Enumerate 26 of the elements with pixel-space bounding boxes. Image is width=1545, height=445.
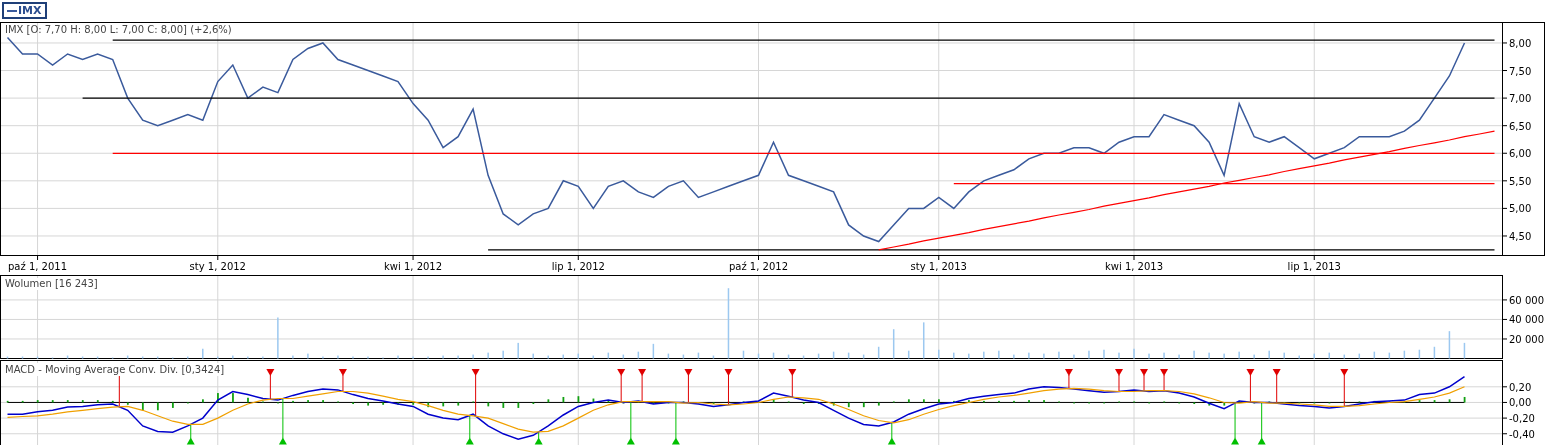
axis-label: 5,50 (1509, 175, 1532, 187)
axis-label: 7,50 (1509, 65, 1532, 77)
axis-label: paź 1, 2011 (8, 261, 68, 272)
axis-label: 5,00 (1509, 203, 1532, 215)
chart-title: MACD - Moving Average Conv. Div. [0,3424] (5, 364, 225, 375)
axis-label: -0,40 (1509, 428, 1535, 440)
axis-label: 40 000 (1509, 314, 1544, 326)
axis-label: lip 1, 2012 (551, 261, 605, 272)
axis-label: lip 1, 2013 (1287, 261, 1341, 272)
axis-label: kwi 1, 2012 (384, 261, 443, 272)
axis-label: paź 1, 2012 (728, 261, 789, 272)
axis-label: sty 1, 2012 (189, 261, 246, 272)
axis-label: 6,50 (1509, 120, 1532, 132)
axis-label: 60 000 (1509, 294, 1544, 306)
axis-label: 8,00 (1509, 37, 1532, 49)
axis-label: 7,00 (1509, 93, 1532, 105)
chart-title: IMX [O: 7,70 H: 8,00 L: 7,00 C: 8,00] (+2,6%) (5, 24, 232, 35)
axis-label: 4,50 (1509, 230, 1532, 242)
axis-label: -0,20 (1509, 413, 1535, 425)
axis-label: 6,00 (1509, 148, 1532, 160)
axis-label: 20 000 (1509, 333, 1544, 345)
chart-title: Wolumen [16 243] (5, 278, 98, 289)
axis-label: kwi 1, 2013 (1104, 261, 1164, 272)
axis-label: 0,20 (1509, 381, 1532, 393)
axis-label: sty 1, 2013 (910, 261, 967, 272)
axis-label: 0,00 (1509, 397, 1532, 409)
